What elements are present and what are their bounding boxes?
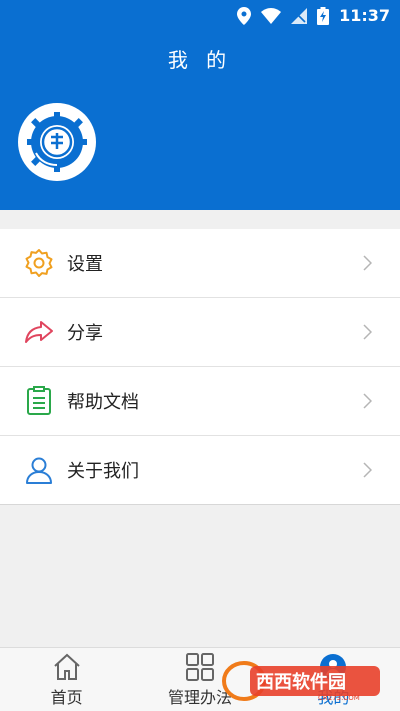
avatar[interactable] [18, 103, 96, 181]
grid-icon [185, 653, 215, 681]
document-icon [24, 386, 54, 416]
wifi-icon [261, 7, 282, 24]
menu-item-label: 设置 [67, 254, 103, 275]
settings-menu: 设置 分享 帮助文档 关于我们 [0, 229, 400, 505]
menu-item-label: 帮助文档 [67, 392, 139, 413]
menu-item-about-us[interactable]: 关于我们 [0, 436, 400, 505]
signal-icon [291, 7, 308, 24]
person-icon [24, 455, 54, 485]
chevron-right-icon [362, 255, 373, 275]
menu-item-help-docs[interactable]: 帮助文档 [0, 367, 400, 436]
tab-management-rules[interactable]: 管理办法 [133, 648, 266, 711]
battery-icon [317, 6, 330, 25]
share-icon [24, 317, 54, 347]
page-title: 我 的 [167, 48, 233, 72]
tab-label: 管理办法 [167, 688, 232, 707]
menu-item-label: 分享 [67, 323, 103, 344]
status-bar: 11:37 [0, 0, 400, 32]
home-icon [52, 653, 82, 681]
gear-icon [24, 248, 54, 278]
profile-header: 11:37 我 的 [0, 0, 400, 210]
profile-icon [318, 653, 348, 681]
bottom-navigation: 首页 管理办法 我的 [0, 647, 400, 711]
tab-label: 我的 [317, 688, 350, 707]
menu-item-share[interactable]: 分享 [0, 298, 400, 367]
tab-label: 首页 [50, 688, 83, 707]
status-time: 11:37 [339, 6, 390, 25]
chevron-right-icon [362, 393, 373, 413]
tab-home[interactable]: 首页 [0, 648, 133, 711]
tax-emblem-icon [24, 109, 90, 175]
menu-item-label: 关于我们 [67, 461, 139, 482]
location-icon [237, 6, 252, 25]
menu-item-settings[interactable]: 设置 [0, 229, 400, 298]
tab-mine[interactable]: 我的 [267, 648, 400, 711]
chevron-right-icon [362, 324, 373, 344]
chevron-right-icon [362, 462, 373, 482]
